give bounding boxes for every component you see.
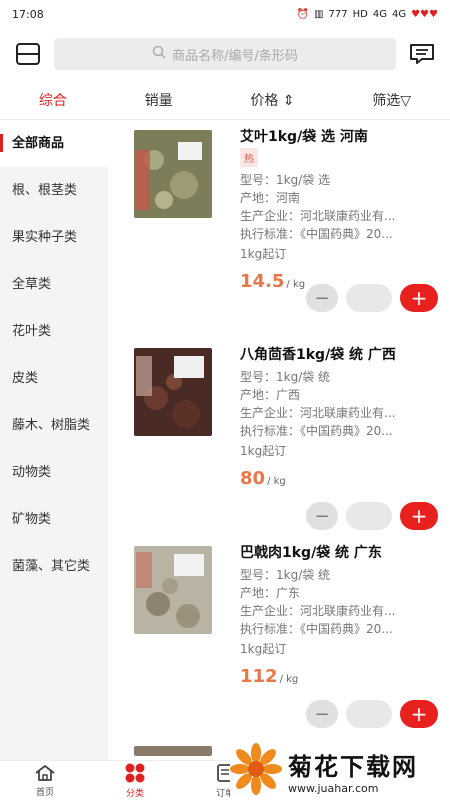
product-name[interactable]: 艾叶1kg/袋 选 河南 [240, 126, 438, 146]
message-icon[interactable] [408, 40, 436, 68]
sort-tab-comprehensive[interactable]: 综合 [31, 90, 75, 110]
quantity-stepper: − + [306, 284, 438, 312]
quantity-stepper: − + [306, 502, 438, 530]
product-list: 艾叶1kg/袋 选 河南 热 型号：1kg/袋 选 产地：河南 生产企业：河北联… [108, 120, 450, 760]
price-value: 14.5 [240, 271, 285, 292]
nav-home[interactable]: 首页 [0, 761, 90, 800]
network-type-2: 4G [391, 8, 407, 20]
sort-tab-filter[interactable]: 筛选▽ [364, 90, 419, 110]
category-fruits-seeds[interactable]: 果实种子类 [0, 214, 108, 261]
category-icon [124, 763, 146, 786]
category-minerals[interactable]: 矿物类 [0, 496, 108, 543]
product-price: 80/ kg [240, 468, 438, 489]
product-maker: 生产企业：河北联康药业有... [240, 209, 396, 223]
category-flowers-leaves[interactable]: 花叶类 [0, 308, 108, 355]
main-body: 全部商品 根、根茎类 果实种子类 全草类 花叶类 皮类 藤木、树脂类 动物类 矿… [0, 120, 450, 760]
watermark-title: 菊花下载网 [288, 753, 418, 781]
price-unit: / kg [267, 476, 286, 487]
status-icons: ⏰ ▥ 777 HD 4G 4G ♥♥♥ [297, 9, 438, 20]
nav-category-label: 分类 [125, 788, 144, 799]
top-bar: 商品名称/编号/条形码 [0, 28, 450, 80]
category-barks[interactable]: 皮类 [0, 355, 108, 402]
product-info: 八角茴香1kg/袋 统 广西 型号：1kg/袋 统 产地：广西 生产企业：河北联… [240, 344, 438, 489]
sort-tab-sales[interactable]: 销量 [137, 90, 181, 110]
watermark-text: 菊花下载网 www.juahar.com [288, 747, 418, 795]
chrysanthemum-logo-icon [230, 743, 282, 799]
product-standard: 执行标准：《中国药典》20... [240, 424, 393, 438]
scan-icon[interactable] [14, 40, 42, 68]
product-card[interactable]: 巴戟肉1kg/袋 统 广东 型号：1kg/袋 统 产地：广东 生产企业：河北联康… [108, 536, 450, 742]
category-whole-herbs[interactable]: 全草类 [0, 261, 108, 308]
product-moq: 1kg起订 [240, 247, 287, 261]
vibrate-icon: ▥ [314, 8, 324, 20]
search-input[interactable]: 商品名称/编号/条形码 [54, 38, 396, 70]
category-roots[interactable]: 根、根茎类 [0, 167, 108, 214]
product-image[interactable] [134, 746, 212, 756]
site-watermark: 菊花下载网 www.juahar.com [230, 742, 450, 800]
sort-bar: 综合 销量 价格 ⇕ 筛选▽ [0, 80, 450, 120]
product-name[interactable]: 八角茴香1kg/袋 统 广西 [240, 344, 438, 364]
product-origin: 产地：广东 [240, 586, 301, 600]
product-card[interactable]: 八角茴香1kg/袋 统 广西 型号：1kg/袋 统 产地：广西 生产企业：河北联… [108, 338, 450, 544]
product-moq: 1kg起订 [240, 642, 287, 656]
category-vines-resins[interactable]: 藤木、树脂类 [0, 402, 90, 449]
alarm-icon: ⏰ [296, 8, 310, 20]
search-placeholder: 商品名称/编号/条形码 [172, 48, 298, 64]
home-icon [34, 764, 56, 785]
hot-badge: 热 [240, 148, 258, 167]
category-all[interactable]: 全部商品 [0, 120, 108, 167]
quantity-input[interactable] [346, 284, 392, 312]
product-moq: 1kg起订 [240, 444, 287, 458]
price-unit: / kg [279, 674, 299, 685]
hd-badge: HD [352, 8, 368, 20]
network-type-1: 4G [372, 8, 387, 20]
product-model: 型号：1kg/袋 统 [240, 370, 331, 384]
product-image[interactable] [134, 546, 212, 634]
price-value: 80 [240, 468, 266, 489]
nav-category[interactable]: 分类 [90, 761, 180, 800]
category-fungi-others[interactable]: 菌藻、其它类 [0, 543, 92, 590]
network-speed: 777 [328, 8, 348, 20]
battery-hearts-icon: ♥♥♥ [411, 8, 438, 20]
search-icon [152, 45, 166, 63]
quantity-input[interactable] [346, 700, 392, 728]
product-origin: 产地：河南 [240, 191, 301, 205]
product-info: 巴戟肉1kg/袋 统 广东 型号：1kg/袋 统 产地：广东 生产企业：河北联康… [240, 542, 438, 687]
product-price: 112/ kg [240, 666, 438, 687]
increase-button[interactable]: + [400, 502, 438, 530]
category-animals[interactable]: 动物类 [0, 449, 108, 496]
price-unit: / kg [286, 279, 306, 290]
quantity-stepper: − + [306, 700, 438, 728]
sort-tab-price[interactable]: 价格 ⇕ [242, 90, 302, 110]
increase-button[interactable]: + [400, 284, 438, 312]
increase-button[interactable]: + [400, 700, 438, 728]
product-card[interactable]: 艾叶1kg/袋 选 河南 热 型号：1kg/袋 选 产地：河南 生产企业：河北联… [108, 120, 450, 326]
product-info: 艾叶1kg/袋 选 河南 热 型号：1kg/袋 选 产地：河南 生产企业：河北联… [240, 126, 438, 292]
decrease-button[interactable]: − [306, 284, 338, 312]
product-origin: 产地：广西 [240, 388, 301, 402]
product-name[interactable]: 巴戟肉1kg/袋 统 广东 [240, 542, 438, 562]
product-standard: 执行标准：《中国药典》20... [240, 227, 393, 241]
decrease-button[interactable]: − [306, 700, 338, 728]
watermark-url: www.juahar.com [288, 782, 379, 795]
status-time: 17:08 [12, 7, 44, 21]
product-maker: 生产企业：河北联康药业有... [240, 604, 396, 618]
price-value: 112 [240, 666, 278, 687]
status-bar: 17:08 ⏰ ▥ 777 HD 4G 4G ♥♥♥ [0, 0, 450, 28]
product-image[interactable] [134, 130, 212, 218]
product-image[interactable] [134, 348, 212, 436]
product-standard: 执行标准：《中国药典》20... [240, 622, 393, 636]
product-maker: 生产企业：河北联康药业有... [240, 406, 396, 420]
product-model: 型号：1kg/袋 统 [240, 568, 331, 582]
nav-home-label: 首页 [35, 787, 54, 798]
quantity-input[interactable] [346, 502, 392, 530]
product-model: 型号：1kg/袋 选 [240, 173, 331, 187]
decrease-button[interactable]: − [306, 502, 338, 530]
category-sidebar: 全部商品 根、根茎类 果实种子类 全草类 花叶类 皮类 藤木、树脂类 动物类 矿… [0, 120, 108, 760]
